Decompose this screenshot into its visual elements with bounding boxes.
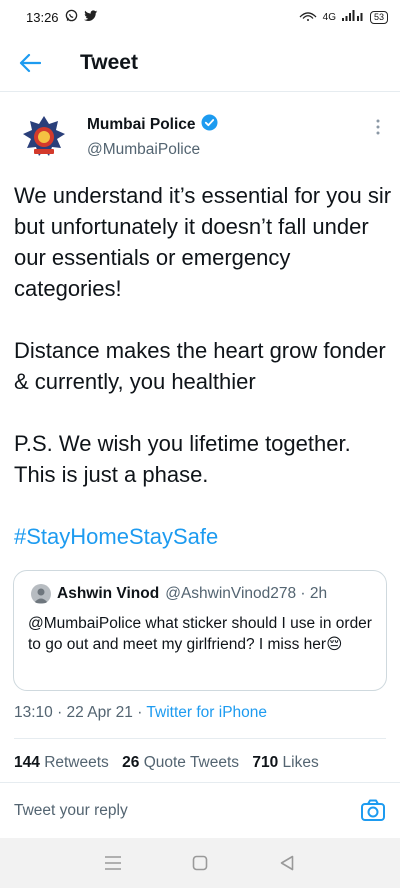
hashtag-link[interactable]: #StayHomeStaySafe <box>14 521 394 552</box>
divider <box>14 738 386 739</box>
twitter-bird-icon <box>83 9 98 25</box>
retweets-stat[interactable]: 144 Retweets <box>14 754 109 771</box>
status-time: 13:26 <box>26 9 59 25</box>
app-header: Tweet <box>0 34 400 92</box>
quoted-tweet[interactable]: Ashwin Vinod @AshwinVinod278 · 2h @Mumba… <box>13 570 387 691</box>
tweet-source-link[interactable]: Twitter for iPhone <box>146 704 267 721</box>
quote-tweets-stat[interactable]: 26 Quote Tweets <box>122 754 239 771</box>
menu-nav-button[interactable] <box>93 843 133 883</box>
status-bar: 13:26 4G 53 <box>0 0 400 34</box>
tweet-paragraph: Distance makes the heart grow fonder & c… <box>14 338 386 394</box>
author-name[interactable]: Mumbai Police <box>87 116 196 134</box>
tweet-timestamp: 13:10 · 22 Apr 21 · Twitter for iPhone <box>14 704 267 722</box>
timestamp-text: 13:10 · 22 Apr 21 · <box>14 704 147 721</box>
whatsapp-icon <box>65 9 78 25</box>
likes-stat[interactable]: 710 Likes <box>252 754 318 771</box>
network-type-label: 4G <box>322 11 336 23</box>
reply-input[interactable] <box>14 802 334 820</box>
tweet-stats: 144 Retweets 26 Quote Tweets 710 Likes <box>14 754 328 772</box>
back-triangle-icon <box>280 855 293 871</box>
avatar[interactable] <box>14 108 74 168</box>
camera-button[interactable] <box>360 798 386 824</box>
reply-bar <box>0 790 400 836</box>
page-title: Tweet <box>80 50 138 74</box>
home-square-icon <box>192 855 208 871</box>
quoted-avatar <box>31 584 51 604</box>
menu-icon <box>105 856 122 870</box>
system-nav-bar <box>0 838 400 888</box>
tweet-author: Mumbai Police @MumbaiPolice <box>14 108 386 168</box>
quoted-tweet-text: @MumbaiPolice what sticker should I use … <box>28 615 372 653</box>
verified-badge-icon <box>201 114 218 136</box>
signal-icon <box>341 10 364 24</box>
back-nav-button[interactable] <box>267 843 307 883</box>
wifi-calling-icon <box>299 11 317 24</box>
tweet-paragraph: We understand it’s essential for you sir… <box>14 183 392 301</box>
tweet-paragraph: P.S. We wish you lifetime together. This… <box>14 431 351 487</box>
home-nav-button[interactable] <box>180 843 220 883</box>
tweet-text: We understand it’s essential for you sir… <box>14 180 394 552</box>
battery-icon: 53 <box>369 10 388 24</box>
more-vertical-icon <box>376 119 380 135</box>
divider <box>0 782 400 783</box>
arrow-left-icon <box>19 53 41 72</box>
author-handle[interactable]: @MumbaiPolice <box>87 141 200 159</box>
more-options-button[interactable] <box>370 116 386 138</box>
quoted-author-name: Ashwin Vinod <box>57 585 160 602</box>
quoted-handle-time: @AshwinVinod278 · 2h <box>165 585 328 602</box>
camera-icon <box>361 799 385 821</box>
back-button[interactable] <box>0 34 60 92</box>
